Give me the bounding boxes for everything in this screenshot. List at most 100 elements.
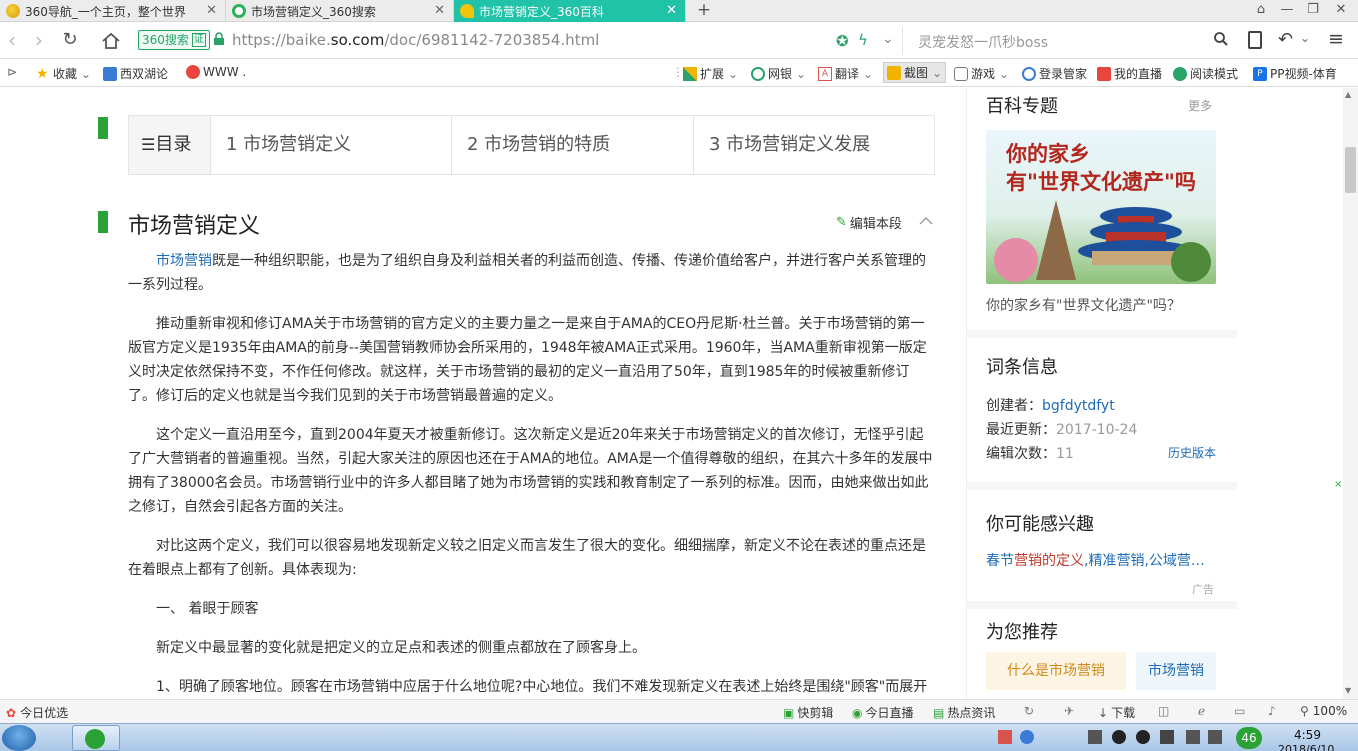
toc-item-1[interactable]: 1 市场营销定义 bbox=[211, 116, 452, 174]
status-bar: ✿ 今日优选 ▣ 快剪辑 ◉ 今日直播 ▤ 热点资讯 ↻ ✈ ↓ 下载 ◫ ℯ ▭ ♪ ⚲… bbox=[0, 699, 1358, 723]
clock-date[interactable]: 2018/6/10 bbox=[1278, 743, 1334, 751]
close-window-icon[interactable]: ✕ bbox=[1330, 2, 1352, 17]
restore-icon[interactable]: ❐ bbox=[1302, 2, 1324, 17]
fullscreen-icon[interactable]: ▭ bbox=[1234, 704, 1245, 718]
paragraph: 新定义中最显著的变化就是把定义的立足点和表述的侧重点都放在了顾客身上。 bbox=[156, 640, 646, 656]
term-link[interactable]: 市场营销 bbox=[156, 253, 212, 269]
bookmark-favorites[interactable]: ★ 收藏 ⌄ bbox=[36, 65, 91, 82]
toc-item-3[interactable]: 3 市场营销定义发展 bbox=[694, 116, 934, 174]
chevron-up-icon[interactable] bbox=[918, 213, 934, 229]
baike-icon bbox=[460, 4, 474, 18]
lock-icon[interactable] bbox=[213, 32, 225, 46]
edit-section-button[interactable]: ✎ 编辑本段 bbox=[836, 213, 902, 232]
speed-mode-icon[interactable]: ϟ bbox=[858, 31, 868, 49]
clock-time[interactable]: 4:59 bbox=[1294, 728, 1321, 742]
undo-icon[interactable]: ↶ bbox=[1278, 29, 1293, 50]
toolbar-label: PP视频-体育 bbox=[1270, 67, 1337, 81]
bookmark-xishuang[interactable]: 西双湖论 bbox=[103, 65, 168, 82]
network-icon[interactable] bbox=[1186, 730, 1200, 744]
window-icon[interactable]: ◫ bbox=[1158, 704, 1169, 718]
sound-icon[interactable]: ♪ bbox=[1268, 704, 1276, 718]
zoom-icon: ⚲ bbox=[1300, 704, 1309, 718]
home-icon[interactable] bbox=[101, 31, 121, 51]
tab-360-search[interactable]: 市场营销定义_360搜索 ✕ bbox=[226, 0, 454, 22]
mobile-icon[interactable] bbox=[1248, 31, 1262, 49]
extensions-icon bbox=[683, 66, 697, 81]
topic-banner[interactable]: 你的家乡 有"世界文化遗产"吗 bbox=[986, 130, 1216, 284]
close-icon[interactable]: ✕ bbox=[434, 3, 445, 18]
security-shield-icon[interactable]: ✪ bbox=[836, 32, 849, 50]
status-news[interactable]: ▤ 热点资讯 bbox=[933, 704, 995, 721]
bookmark-label: 西双湖论 bbox=[120, 67, 169, 81]
tab-360-baike[interactable]: 市场营销定义_360百科 ✕ bbox=[454, 0, 686, 22]
today-picks[interactable]: ✿ 今日优选 bbox=[6, 704, 68, 721]
tray-badge[interactable]: 46 bbox=[1236, 727, 1262, 749]
menu-icon[interactable]: ≡ bbox=[1328, 28, 1344, 50]
url-field[interactable]: https://baike.so.com/doc/6981142-7203854… bbox=[232, 31, 599, 49]
tab-360-nav[interactable]: 360导航_一个主页，整个世界 ✕ bbox=[0, 0, 226, 22]
qq-icon[interactable] bbox=[1136, 730, 1150, 744]
volume-icon[interactable] bbox=[1208, 730, 1222, 744]
chevron-down-icon[interactable]: ⌄ bbox=[1300, 31, 1310, 45]
scissors-icon bbox=[887, 65, 901, 80]
refresh-small-icon[interactable]: ↻ bbox=[1024, 704, 1034, 718]
banner-title-line1: 你的家乡 bbox=[1006, 142, 1090, 166]
bookmark-www[interactable]: WWW . bbox=[186, 65, 246, 79]
refresh-icon[interactable]: ↻ bbox=[58, 29, 82, 51]
status-label: 快剪辑 bbox=[797, 706, 834, 720]
toolbar-games[interactable]: 游戏 ⌄ bbox=[954, 65, 1009, 82]
toolbar-extensions[interactable]: 扩展 ⌄ bbox=[683, 65, 738, 82]
pin-icon[interactable]: ✈ bbox=[1064, 704, 1074, 718]
toolbar-bank[interactable]: 网银 ⌄ bbox=[751, 65, 806, 82]
close-icon[interactable]: ✕ bbox=[666, 3, 677, 18]
chevron-down-icon[interactable]: ⌄ bbox=[882, 31, 894, 47]
close-ad-icon[interactable]: × bbox=[1334, 479, 1342, 490]
close-icon[interactable]: ✕ bbox=[206, 3, 217, 18]
recommend-item[interactable]: 什么是市场营销 bbox=[986, 652, 1126, 690]
interest-link-highlight: 营销的定义 bbox=[1014, 553, 1084, 569]
search-engine-badge[interactable]: 360搜索 证 bbox=[138, 30, 210, 50]
sidebar-toggle-icon[interactable]: ⊳ bbox=[7, 65, 17, 79]
new-tab-button[interactable]: + bbox=[694, 0, 714, 22]
tray-icon[interactable] bbox=[1088, 730, 1102, 744]
back-icon[interactable]: ‹ bbox=[0, 29, 24, 51]
taskbar-browser-button[interactable] bbox=[72, 725, 120, 751]
recommend-item[interactable]: 市场营销 bbox=[1136, 652, 1216, 690]
history-link[interactable]: 历史版本 bbox=[1168, 444, 1216, 461]
more-link[interactable]: 更多 bbox=[1188, 97, 1212, 114]
zoom-control[interactable]: ⚲ 100% bbox=[1300, 704, 1347, 718]
tab-title: 市场营销定义_360百科 bbox=[479, 4, 604, 19]
toc-item-2[interactable]: 2 市场营销的特质 bbox=[452, 116, 694, 174]
creator-link[interactable]: bgfdytdfyt bbox=[1042, 398, 1115, 414]
scroll-up-icon[interactable]: ▲ bbox=[1345, 90, 1351, 99]
toolbar-reading-mode[interactable]: 阅读模式 bbox=[1173, 65, 1238, 82]
interest-links[interactable]: 春节营销的定义,精准营销,公域营… bbox=[986, 550, 1205, 570]
ie-icon[interactable]: ℯ bbox=[1198, 704, 1205, 718]
banner-caption[interactable]: 你的家乡有"世界文化遗产"吗？ bbox=[986, 295, 1181, 315]
scroll-down-icon[interactable]: ▼ bbox=[1345, 686, 1351, 695]
toolbar-screenshot[interactable]: 截图 ⌄ bbox=[883, 62, 947, 83]
play-icon: ◉ bbox=[852, 705, 863, 720]
toolbar-login-manager[interactable]: 登录管家 bbox=[1022, 65, 1087, 82]
usb-icon[interactable] bbox=[1160, 730, 1174, 744]
status-live[interactable]: ◉ 今日直播 bbox=[852, 704, 914, 721]
status-label: 热点资讯 bbox=[947, 706, 996, 720]
toolbar-translate[interactable]: A 翻译 ⌄ bbox=[818, 65, 873, 82]
minimize-icon[interactable]: — bbox=[1276, 2, 1298, 17]
interest-link: 春节 bbox=[986, 553, 1014, 569]
help-icon[interactable] bbox=[1020, 730, 1034, 744]
search-icon[interactable] bbox=[1213, 31, 1229, 47]
start-button[interactable] bbox=[2, 725, 36, 751]
qq-icon[interactable] bbox=[1112, 730, 1126, 744]
forward-icon[interactable]: › bbox=[27, 29, 51, 51]
toolbar-live[interactable]: 我的直播 bbox=[1097, 65, 1162, 82]
status-download[interactable]: ↓ 下载 bbox=[1098, 704, 1135, 721]
status-quick-clip[interactable]: ▣ 快剪辑 bbox=[783, 704, 833, 721]
tray-app-icon[interactable] bbox=[998, 730, 1012, 744]
toolbar-pp-video[interactable]: P PP视频-体育 bbox=[1253, 65, 1337, 82]
banner-title-line2: 有"世界文化遗产"吗 bbox=[1006, 170, 1196, 194]
updated-value: 2017-10-24 bbox=[1056, 422, 1138, 438]
skin-icon[interactable]: ⌂ bbox=[1250, 2, 1272, 17]
tab-title: 市场营销定义_360搜索 bbox=[251, 4, 376, 19]
scrollbar-thumb[interactable] bbox=[1345, 147, 1356, 193]
